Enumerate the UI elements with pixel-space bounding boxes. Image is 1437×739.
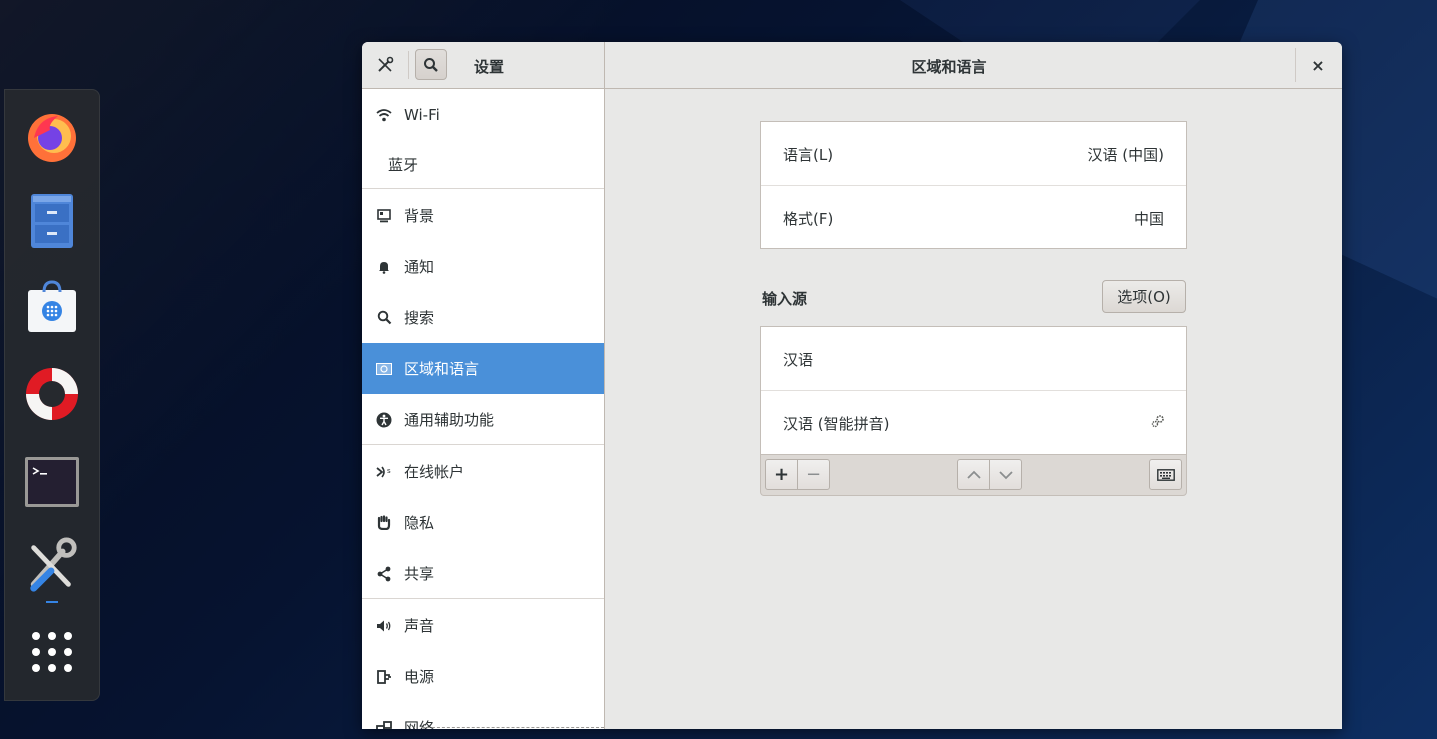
sidebar-item-label: 隐私 [404, 514, 435, 532]
chevron-up-icon [966, 470, 981, 479]
sidebar-item-bluetooth[interactable]: 蓝牙 [362, 139, 604, 190]
sidebar-item-sharing[interactable]: 共享 [362, 548, 604, 599]
help-lifebuoy-icon[interactable] [24, 366, 80, 422]
wifi-icon [375, 106, 393, 124]
header-separator [1295, 48, 1296, 82]
speaker-icon [375, 617, 393, 635]
background-icon [375, 207, 393, 225]
add-input-source-button[interactable]: + [765, 459, 798, 490]
sidebar-item-label: Wi-Fi [404, 105, 440, 124]
language-label: 语言(L) [783, 146, 834, 164]
app-grid-icon[interactable] [24, 624, 80, 680]
running-indicator [46, 601, 58, 603]
scroll-edge-indicator [422, 727, 604, 728]
software-store-icon[interactable] [24, 278, 80, 334]
search-icon [375, 309, 393, 327]
move-down-button[interactable] [989, 459, 1022, 490]
settings-sidebar: Wi-Fi 蓝牙 背景 通知 搜索 区域和语言 通用辅助功能 s 在线帐户 隐私… [362, 89, 605, 729]
settings-window: 设置 区域和语言 × Wi-Fi 蓝牙 背景 通知 搜索 区域和语言 通用辅助功… [362, 42, 1342, 729]
sidebar-item-label: 蓝牙 [388, 156, 419, 174]
keyboard-layout-button[interactable] [1149, 459, 1182, 490]
language-row[interactable]: 语言(L) 汉语 (中国) [761, 122, 1186, 185]
accessibility-icon [375, 411, 393, 429]
sidebar-item-background[interactable]: 背景 [362, 190, 604, 241]
format-label: 格式(F) [783, 210, 834, 228]
sidebar-item-label: 通用辅助功能 [404, 411, 495, 429]
format-value: 中国 [1133, 210, 1164, 228]
settings-title: 设置 [474, 58, 505, 76]
close-button[interactable]: × [1307, 54, 1329, 76]
bell-icon [375, 258, 393, 276]
search-toggle-button[interactable] [415, 49, 447, 80]
chevron-down-icon [998, 470, 1013, 479]
sidebar-header: 设置 [362, 42, 605, 88]
remove-input-source-button[interactable]: − [797, 459, 830, 490]
sidebar-item-search[interactable]: 搜索 [362, 292, 604, 343]
sidebar-item-label: 区域和语言 [404, 360, 480, 378]
gear-icon[interactable] [1150, 413, 1166, 433]
svg-text:s: s [387, 467, 391, 475]
move-up-button[interactable] [957, 459, 990, 490]
sidebar-item-accessibility[interactable]: 通用辅助功能 [362, 394, 604, 445]
sidebar-item-power[interactable]: 电源 [362, 651, 604, 702]
input-source-label: 汉语 [783, 351, 814, 369]
sidebar-separator [362, 188, 604, 189]
network-icon [375, 719, 393, 729]
input-sources-toolbar: + − [760, 454, 1187, 496]
sidebar-separator [362, 444, 604, 445]
header-bar: 设置 区域和语言 × [362, 42, 1342, 89]
search-icon [424, 57, 438, 72]
online-accounts-icon: s [375, 463, 393, 481]
hand-icon [375, 514, 393, 532]
options-button[interactable]: 选项(O) [1102, 280, 1186, 313]
sidebar-item-label: 搜索 [404, 309, 435, 327]
sidebar-item-wifi[interactable]: Wi-Fi [362, 89, 604, 140]
terminal-icon[interactable] [24, 454, 80, 510]
share-icon [375, 565, 393, 583]
region-icon [375, 360, 393, 378]
sidebar-item-online-accounts[interactable]: s 在线帐户 [362, 446, 604, 497]
header-separator [408, 51, 409, 79]
language-format-panel: 语言(L) 汉语 (中国) 格式(F) 中国 [760, 121, 1187, 249]
tools-icon[interactable] [370, 50, 400, 80]
sidebar-item-notifications[interactable]: 通知 [362, 241, 604, 292]
keyboard-icon [1156, 468, 1175, 481]
sidebar-item-sound[interactable]: 声音 [362, 600, 604, 651]
settings-tools-icon[interactable] [24, 537, 80, 594]
language-value: 汉语 (中国) [1087, 146, 1164, 164]
input-source-label: 汉语 (智能拼音) [783, 415, 890, 433]
sidebar-item-label: 在线帐户 [404, 463, 465, 481]
page-title: 区域和语言 [911, 58, 987, 76]
sidebar-item-privacy[interactable]: 隐私 [362, 497, 604, 548]
input-sources-list: 汉语 汉语 (智能拼音) [760, 326, 1187, 456]
sidebar-item-label: 共享 [404, 565, 435, 583]
sidebar-item-label: 通知 [404, 258, 435, 276]
input-source-row[interactable]: 汉语 (智能拼音) [761, 391, 1186, 454]
sidebar-item-region-language[interactable]: 区域和语言 [362, 343, 604, 394]
sidebar-item-network[interactable]: 网络 [362, 702, 604, 729]
firefox-icon[interactable] [24, 108, 80, 164]
power-icon [375, 668, 393, 686]
sidebar-separator [362, 598, 604, 599]
dash-dock [4, 89, 100, 701]
input-source-row[interactable]: 汉语 [761, 327, 1186, 390]
sidebar-item-label: 背景 [404, 207, 435, 225]
sidebar-item-label: 声音 [404, 617, 435, 635]
file-cabinet-icon[interactable] [24, 192, 80, 248]
input-sources-heading: 输入源 [762, 290, 808, 308]
format-row[interactable]: 格式(F) 中国 [761, 186, 1186, 249]
sidebar-item-label: 电源 [404, 668, 435, 686]
